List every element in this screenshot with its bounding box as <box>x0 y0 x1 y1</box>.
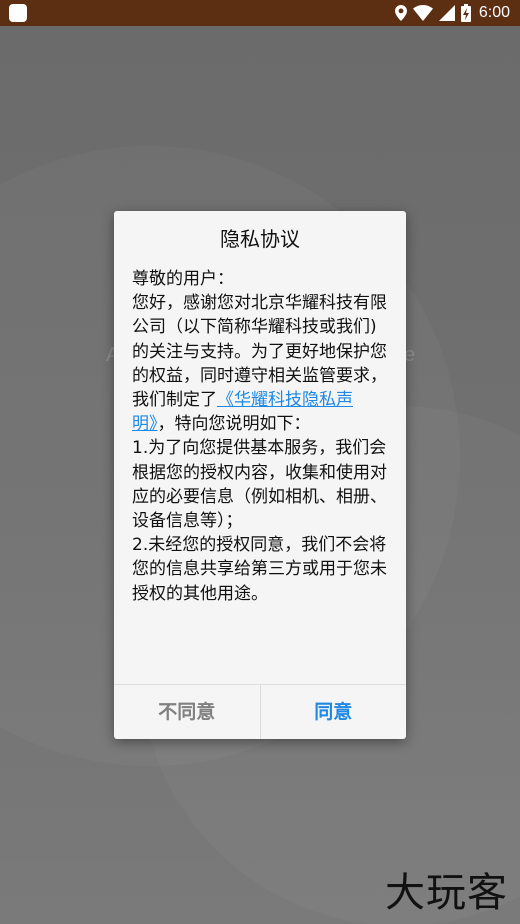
privacy-dialog: 隐私协议 尊敬的用户： 您好，感谢您对北京华耀科技有限公司（以下简称华耀科技或我… <box>114 211 406 739</box>
intro-text-after-link: ，特向您说明如下： <box>157 414 311 435</box>
battery-charging-icon <box>460 4 471 22</box>
agree-button[interactable]: 同意 <box>261 685 407 739</box>
location-icon <box>394 5 407 21</box>
status-bar: 6:00 <box>0 0 520 26</box>
dialog-intro: 您好，感谢您对北京华耀科技有限公司（以下简称华耀科技或我们)的关注与支持。为了更… <box>132 291 392 436</box>
status-time: 6:00 <box>478 4 510 21</box>
dialog-title: 隐私协议 <box>220 227 300 251</box>
signal-icon <box>438 5 455 21</box>
dialog-item-2: 2.未经您的授权同意，我们不会将您的信息共享给第三方或用于您未授权的其他用途。 <box>132 535 387 604</box>
wifi-icon <box>412 5 433 21</box>
watermark-logo: 大玩客 <box>385 870 508 916</box>
dialog-body: 尊敬的用户： 您好，感谢您对北京华耀科技有限公司（以下简称华耀科技或我们)的关注… <box>114 267 406 606</box>
disagree-button[interactable]: 不同意 <box>114 685 261 739</box>
dialog-item-1: 1.为了向您提供基本服务，我们会根据您的授权内容，收集和使用对应的必要信息（例如… <box>132 438 387 532</box>
dialog-button-bar: 不同意 同意 <box>114 684 406 739</box>
status-icons: 6:00 <box>394 0 510 26</box>
dialog-greeting: 尊敬的用户： <box>132 269 234 289</box>
app-notification-icon <box>9 4 27 22</box>
